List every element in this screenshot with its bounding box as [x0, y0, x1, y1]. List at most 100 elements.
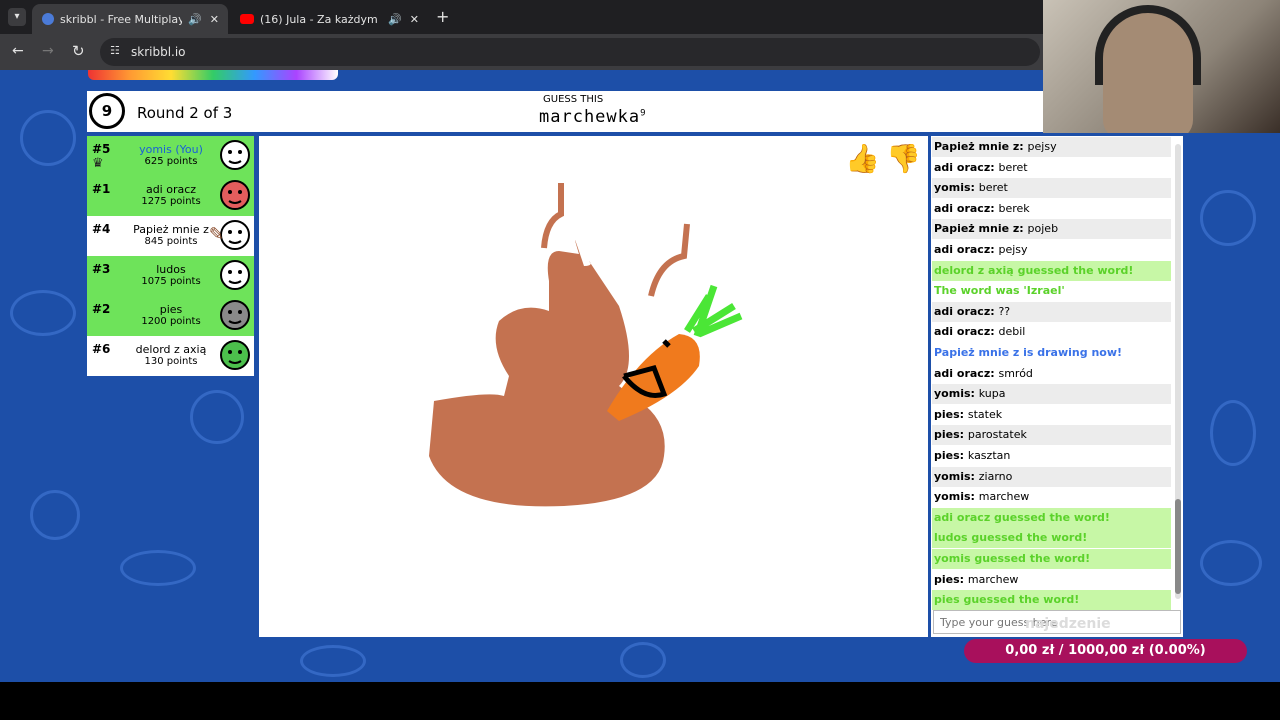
- chat-message: pies: parostatek: [932, 425, 1171, 446]
- chat-message: yomis: marchew: [932, 487, 1171, 507]
- player-avatar: [218, 138, 252, 172]
- player-row[interactable]: #2 pies 1200 points: [87, 296, 254, 336]
- chat-panel: Papież mnie z: pejsy adi oracz: beret yomi…: [931, 136, 1183, 637]
- player-avatar: [218, 178, 252, 212]
- bottom-bar: [0, 682, 1280, 720]
- thumbs-up-icon[interactable]: 👍: [845, 142, 880, 175]
- chat-colon: :: [1019, 222, 1028, 236]
- player-row[interactable]: #1 adi oracz 1275 points: [87, 176, 254, 216]
- chat-colon: :: [970, 181, 979, 195]
- player-name: adi oracz: [145, 183, 197, 196]
- address-bar[interactable]: ☷ skribbl.io: [100, 38, 1040, 66]
- thumbs-down-icon[interactable]: 👎: [886, 142, 921, 175]
- game-header: 9 Round 2 of 3 GUESS THIS marchewka9: [87, 91, 1187, 132]
- player-rank: #5: [92, 142, 111, 156]
- chat-message: adi oracz: berek: [932, 199, 1171, 219]
- chat-message: The word was 'Izrael': [934, 284, 1065, 298]
- tab-list-dropdown-button[interactable]: ▾: [8, 8, 26, 26]
- donation-goal-bar: 0,00 zł / 1000,00 zł (0.00%): [964, 639, 1247, 663]
- chat-colon: :: [970, 490, 979, 504]
- youtube-favicon-icon: [240, 14, 254, 24]
- speaker-icon[interactable]: 🔊: [188, 13, 202, 26]
- player-rank: #6: [92, 342, 111, 356]
- carrot-leaves: [684, 284, 743, 338]
- pencil-icon: ✎: [208, 224, 224, 245]
- alarm-clock-icon: 9: [89, 93, 125, 129]
- player-name: pies: [159, 303, 183, 316]
- player-avatar: [218, 298, 252, 332]
- chat-author: yomis: [934, 387, 971, 401]
- player-row[interactable]: #4 Papież mnie z 845 points ✎: [87, 216, 254, 256]
- player-list: #5 yomis (You) 625 points ♛ #1 adi oracz 1275 …: [87, 136, 254, 376]
- tab-skribbl[interactable]: skribbl - Free Multiplayer D 🔊 ✕: [32, 4, 228, 34]
- reload-icon[interactable]: ↻: [72, 42, 85, 60]
- chat-author: adi oracz: [934, 366, 991, 380]
- chat-colon: :: [1019, 140, 1028, 153]
- round-indicator: Round 2 of 3: [137, 104, 233, 122]
- chat-author: yomis: [934, 490, 971, 504]
- drawing-canvas[interactable]: 👍 👎: [259, 136, 928, 637]
- close-tab-icon[interactable]: ✕: [410, 13, 419, 26]
- player-row[interactable]: #3 ludos 1075 points: [87, 256, 254, 296]
- player-points: 1200 points: [141, 316, 201, 327]
- chat-message: adi oracz: beret: [932, 158, 1171, 178]
- player-row[interactable]: #6 delord z axią 130 points: [87, 336, 254, 376]
- chat-text: ??: [998, 304, 1011, 318]
- chat-message: pies: kasztan: [932, 446, 1171, 466]
- chat-message: adi oracz guessed the word!: [932, 507, 1171, 528]
- chat-text: statek: [967, 407, 1003, 421]
- stream-overlay-text: najedzenie: [1025, 616, 1111, 632]
- back-arrow-icon[interactable]: ←: [12, 43, 24, 59]
- player-name: ludos: [156, 263, 186, 276]
- chat-author: pies: [934, 572, 960, 586]
- player-avatar: [218, 258, 252, 292]
- close-tab-icon[interactable]: ✕: [210, 13, 219, 26]
- player-points: 625 points: [144, 156, 198, 167]
- chat-message: pies guessed the word!: [932, 590, 1171, 611]
- player-avatar: [218, 338, 252, 372]
- chat-scrollbar-thumb[interactable]: [1175, 499, 1181, 594]
- player-points: 130 points: [144, 356, 198, 367]
- chat-message: Papież mnie z: pejsy: [932, 137, 1171, 157]
- headset-icon: [1095, 5, 1201, 85]
- chat-author: adi oracz: [934, 304, 991, 318]
- chat-message: yomis guessed the word!: [932, 549, 1171, 569]
- player-name: yomis (You): [139, 143, 203, 156]
- chat-text: smród: [998, 366, 1033, 380]
- chat-message: yomis: beret: [932, 178, 1171, 199]
- chat-colon: :: [959, 449, 968, 462]
- player-row[interactable]: #5 yomis (You) 625 points ♛: [87, 136, 254, 176]
- chat-author: adi oracz: [934, 160, 991, 174]
- chat-author: Papież mnie z: [934, 140, 1020, 153]
- chat-text: kasztan: [967, 449, 1011, 462]
- chat-message: pies: statek: [932, 405, 1171, 425]
- chat-text: ziarno: [978, 469, 1013, 483]
- chat-text: marchew: [967, 572, 1019, 586]
- drawing: [429, 183, 743, 507]
- speaker-icon[interactable]: 🔊: [388, 13, 402, 26]
- chat-text: berek: [998, 201, 1030, 215]
- chat-message: adi oracz: smród: [932, 364, 1171, 384]
- chat-text: pejsy: [1027, 140, 1057, 153]
- chat-colon: :: [970, 469, 979, 483]
- tab-youtube[interactable]: (16) Jula - Za każdym razem 🔊 ✕: [232, 4, 428, 34]
- chat-message: adi oracz: ??: [932, 301, 1171, 322]
- chat-message: adi oracz: pejsy: [932, 240, 1171, 260]
- word-hint: marchewka9: [539, 107, 647, 127]
- chat-text: beret: [998, 160, 1028, 174]
- chat-message: yomis: kupa: [932, 384, 1171, 405]
- site-settings-icon[interactable]: ☷: [110, 44, 120, 57]
- tab-title: skribbl - Free Multiplayer D: [60, 12, 182, 26]
- word-text: marchewka: [539, 107, 641, 127]
- new-tab-button[interactable]: +: [436, 7, 449, 26]
- word-length: 9: [640, 108, 647, 119]
- chat-author: yomis: [934, 469, 971, 483]
- chat-colon: :: [959, 407, 968, 421]
- forward-arrow-icon[interactable]: →: [42, 43, 54, 59]
- chat-colon: :: [970, 387, 979, 401]
- chat-author: adi oracz: [934, 325, 991, 339]
- chat-scrollbar[interactable]: [1175, 144, 1181, 599]
- webcam-overlay: [1043, 0, 1280, 133]
- chat-message: Papież mnie z: pojeb: [932, 219, 1171, 240]
- chat-colon: :: [959, 572, 968, 586]
